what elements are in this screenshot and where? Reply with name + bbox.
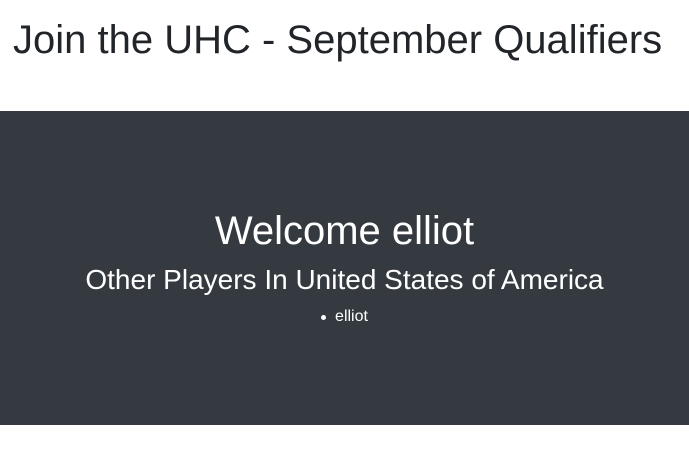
- other-players-heading: Other Players In United States of Americ…: [85, 264, 604, 295]
- welcome-heading: Welcome elliot: [214, 209, 475, 253]
- list-item: elliot: [321, 307, 368, 327]
- bullet-icon: [321, 315, 327, 320]
- welcome-banner: Welcome elliot Other Players In United S…: [0, 111, 689, 425]
- players-list: elliot: [0, 307, 689, 327]
- page-title: Join the UHC - September Qualifiers: [13, 18, 663, 62]
- player-name: elliot: [335, 308, 368, 325]
